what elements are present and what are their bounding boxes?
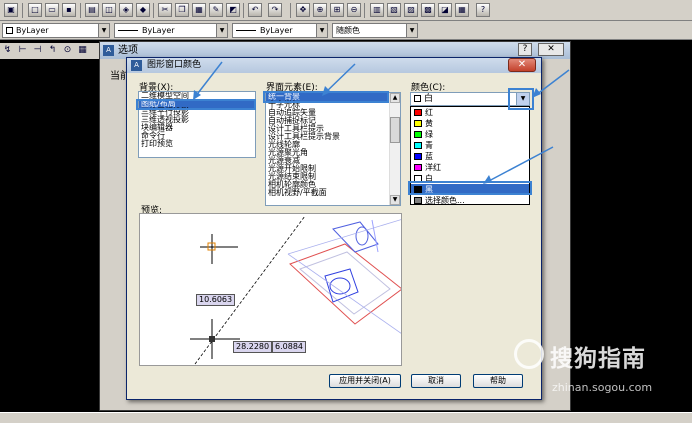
sogou-logo-icon: [514, 339, 544, 369]
color-highlight-box: [408, 181, 532, 195]
dropdown-highlight-box: [508, 88, 534, 110]
status-bar: [0, 412, 692, 423]
context-highlight-box: [136, 99, 256, 110]
watermark-url: zhinan.sogou.com: [552, 381, 653, 394]
element-highlight-box: [263, 91, 389, 103]
watermark-brand: 搜狗指南: [550, 346, 646, 372]
